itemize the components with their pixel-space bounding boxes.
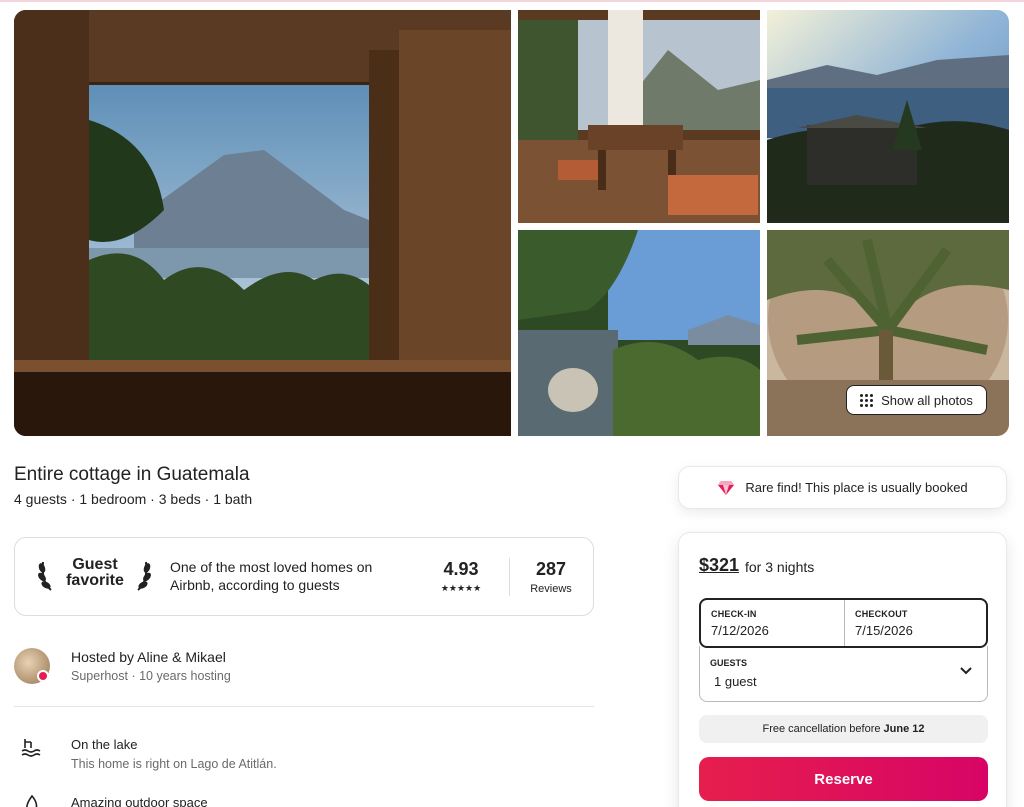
divider <box>509 558 510 596</box>
listing-title: Entire cottage in Guatemala <box>14 464 250 485</box>
rating-stars-icon: ★★★★★ <box>440 583 482 593</box>
guest-favorite-line1: Guest <box>72 556 118 573</box>
rating-value: 4.93 <box>443 559 479 579</box>
laurel-right-icon <box>137 561 151 591</box>
photo-interior-table <box>518 10 760 223</box>
gallery-photo-3[interactable] <box>767 10 1009 223</box>
feature-title-lake: On the lake <box>71 737 138 752</box>
rare-find-banner: Rare find! This place is usually booked <box>678 466 1007 509</box>
feature-description-lake: This home is right on Lago de Atitlán. <box>71 757 277 771</box>
reserve-button[interactable]: Reserve <box>699 757 988 801</box>
gallery-photo-main[interactable] <box>14 10 511 436</box>
feature-title-outdoor: Amazing outdoor space <box>71 795 208 807</box>
gallery-photo-4[interactable] <box>518 230 760 436</box>
cancellation-date: June 12 <box>883 723 925 735</box>
guests-label: GUESTS <box>710 658 748 668</box>
top-accent-line <box>0 0 1024 2</box>
host-details: Superhost · 10 years hosting <box>71 669 231 683</box>
show-all-photos-label: Show all photos <box>881 392 973 408</box>
checkin-label: CHECK-IN <box>711 609 757 619</box>
listing-summary: 4 guests · 1 bedroom · 3 beds · 1 bath <box>14 491 253 507</box>
photo-garden-view <box>518 230 760 436</box>
lake-icon <box>21 739 41 757</box>
guest-favorite-line2: favorite <box>66 572 124 589</box>
diamond-icon <box>718 480 735 495</box>
guests-selector[interactable]: GUESTS 1 guest <box>699 646 988 702</box>
guest-favorite-description: One of the most loved homes on Airbnb, a… <box>170 559 373 593</box>
checkout-field[interactable]: CHECKOUT 7/15/2026 <box>845 600 986 646</box>
date-picker[interactable]: CHECK-IN 7/12/2026 CHECKOUT 7/15/2026 <box>699 598 988 648</box>
photo-window-volcano-view <box>14 10 511 436</box>
superhost-badge-icon <box>37 670 49 682</box>
free-cancellation-note: Free cancellation before June 12 <box>699 715 988 743</box>
photo-lake-sunset <box>767 10 1009 223</box>
guest-favorite-card[interactable]: Guest favorite One of the most loved hom… <box>14 537 594 616</box>
show-all-photos-button[interactable]: Show all photos <box>846 385 987 415</box>
rare-find-text: Rare find! This place is usually booked <box>745 480 968 495</box>
reviews-label[interactable]: Reviews <box>521 583 581 595</box>
host-name: Hosted by Aline & Mikael <box>71 649 226 665</box>
section-divider <box>14 706 594 707</box>
cancellation-prefix: Free cancellation before <box>762 723 881 735</box>
checkout-value: 7/15/2026 <box>855 623 913 638</box>
laurel-left-icon <box>38 561 52 591</box>
reviews-count[interactable]: 287 <box>521 559 581 580</box>
price-nights: for 3 nights <box>745 559 815 575</box>
gallery-photo-2[interactable] <box>518 10 760 223</box>
booking-card: $321 for 3 nights CHECK-IN 7/12/2026 CHE… <box>678 532 1007 807</box>
price-total[interactable]: $321 <box>699 555 739 576</box>
guests-value: 1 guest <box>714 674 757 689</box>
guest-favorite-label: Guest favorite <box>57 557 133 589</box>
checkin-value: 7/12/2026 <box>711 623 769 638</box>
chevron-down-icon[interactable] <box>959 666 973 676</box>
checkin-field[interactable]: CHECK-IN 7/12/2026 <box>701 600 845 646</box>
grid-dots-icon <box>860 393 874 407</box>
fire-icon <box>26 794 38 807</box>
checkout-label: CHECKOUT <box>855 609 908 619</box>
